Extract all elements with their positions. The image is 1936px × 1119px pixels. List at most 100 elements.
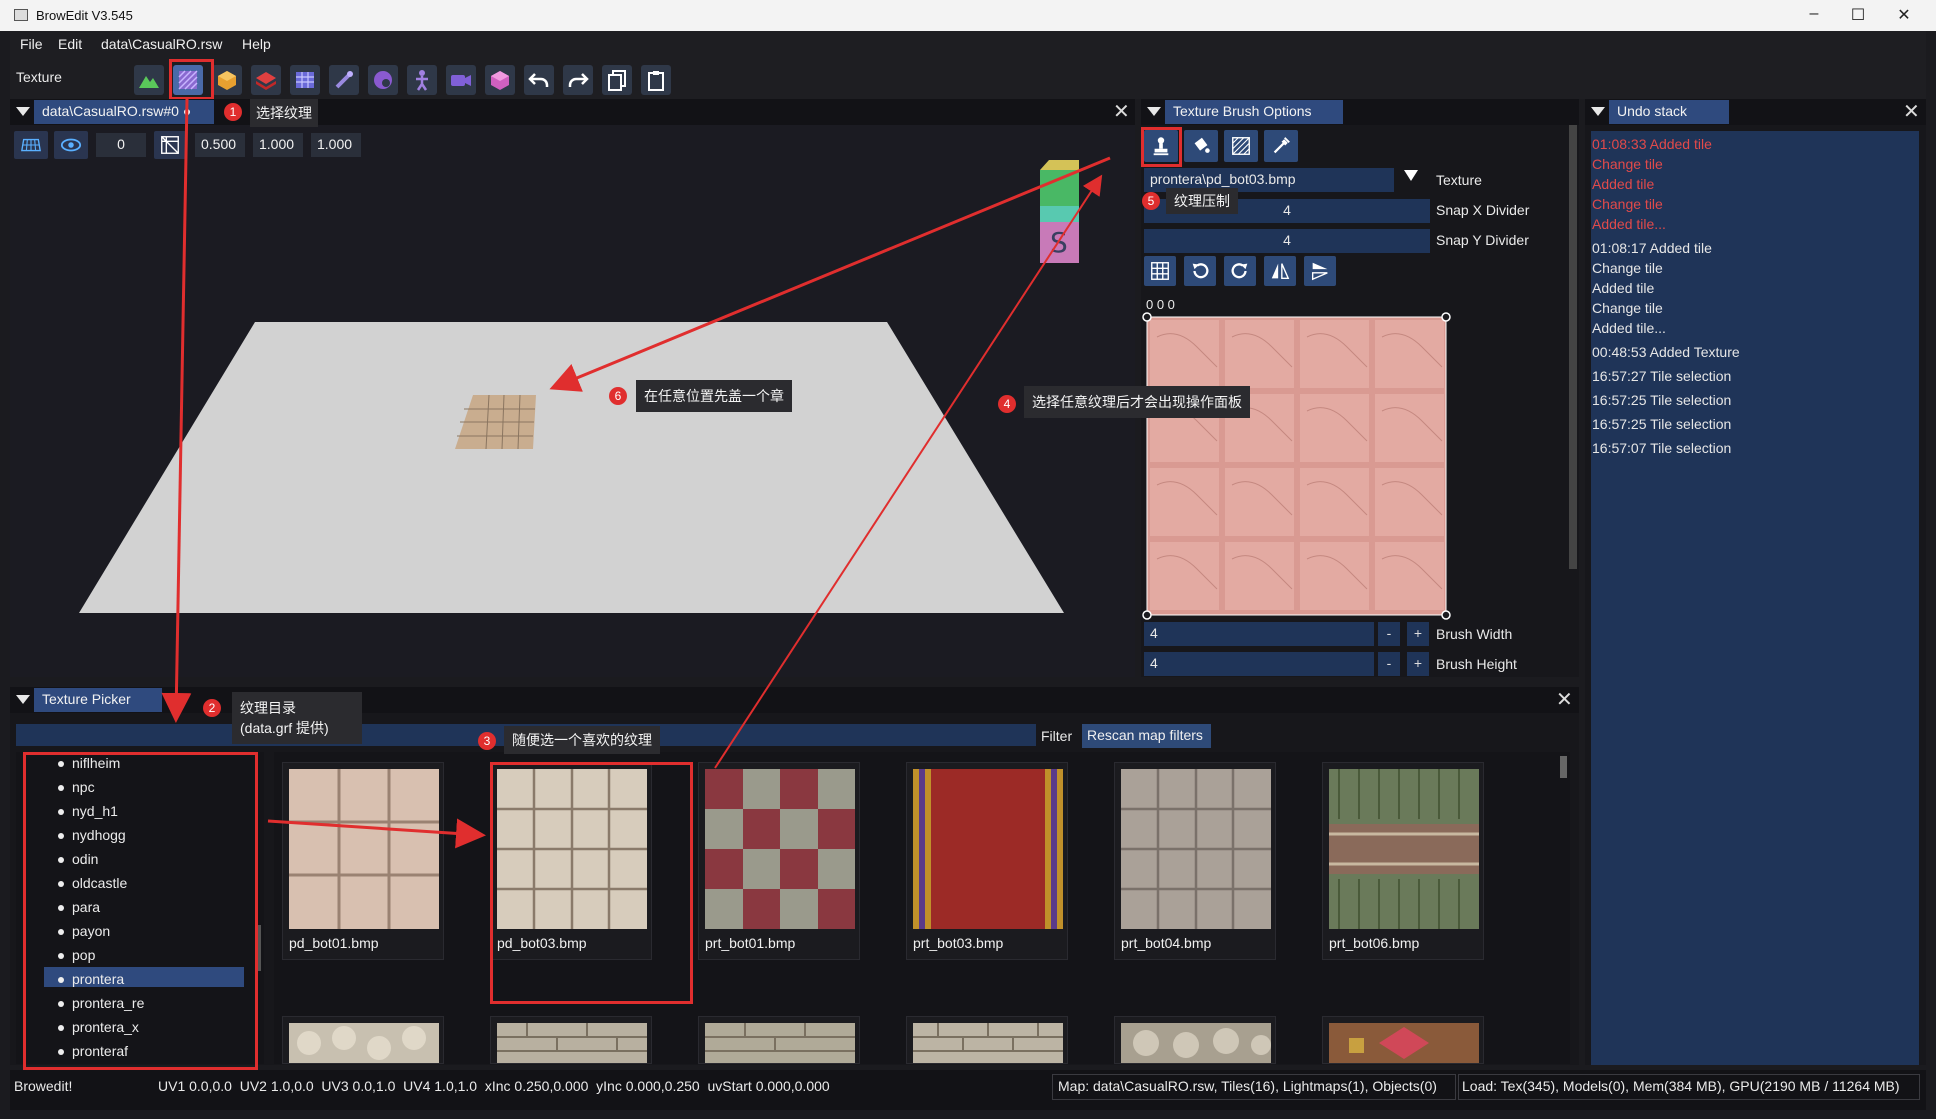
texture-thumb[interactable]: prt_bot04.bmp [1114,762,1276,960]
undo-item[interactable]: 16:57:27 Tile selection [1592,368,1731,384]
grid-size-input[interactable]: 0 [96,133,146,157]
tree-scrollbar[interactable] [255,925,261,971]
scrollbar[interactable] [1569,125,1577,569]
maximize-button[interactable]: ☐ [1848,5,1868,25]
undo-item[interactable]: Change tile [1592,156,1663,172]
handle-bottom-right[interactable] [1441,610,1451,620]
map-ground-plane[interactable] [79,322,1064,613]
texture-thumb-selected[interactable]: pd_bot03.bmp [490,762,652,960]
brush-height-input[interactable]: 4 [1144,652,1374,676]
texture-edit-icon[interactable] [173,65,203,95]
snap-icon[interactable] [154,131,186,159]
texture-thumb[interactable]: prt_bot06.bmp [1322,762,1484,960]
orientation-cube[interactable]: S [1040,160,1079,263]
eye-icon[interactable] [54,131,88,159]
tree-item[interactable]: prontera_re [58,995,144,1011]
texture-thumb[interactable] [1322,1016,1484,1064]
tree-item[interactable]: pop [58,947,95,963]
tree-item[interactable]: pronteraf [58,1043,128,1059]
eyedropper-icon[interactable] [1264,130,1298,162]
texture-thumb[interactable] [490,1016,652,1064]
sprite-edit-icon[interactable] [329,65,359,95]
select-tiles-icon[interactable] [1224,130,1258,162]
texture-thumb[interactable] [698,1016,860,1064]
brush-width-plus[interactable]: + [1407,622,1429,646]
menu-help[interactable]: Help [242,36,271,52]
tree-item[interactable]: oldcastle [58,875,127,891]
map-viewport[interactable]: S [10,160,1135,670]
texture-picker-tab[interactable]: Texture Picker [34,688,162,712]
collapse-icon[interactable] [1147,107,1161,116]
chevron-down-icon[interactable] [1404,170,1418,181]
close-undo-button[interactable]: ✕ [1903,99,1920,124]
snap-y-input[interactable]: 4 [1144,229,1430,253]
texture-thumb[interactable]: pd_bot01.bmp [282,762,444,960]
undo-item[interactable]: 01:08:33 Added tile [1592,136,1712,152]
cube-icon[interactable] [485,65,515,95]
brush-height-minus[interactable]: - [1378,652,1400,676]
snap-value-3[interactable]: 1.000 [311,133,361,157]
texture-thumb[interactable]: prt_bot03.bmp [906,762,1068,960]
fill-bucket-icon[interactable] [1184,130,1218,162]
snap-value-2[interactable]: 1.000 [253,133,303,157]
snap-value-1[interactable]: 0.500 [195,133,245,157]
collapse-icon[interactable] [1591,107,1605,116]
stamp-brush-icon[interactable] [1144,130,1178,162]
texture-thumb[interactable] [282,1016,444,1064]
handle-top-right[interactable] [1441,312,1451,322]
undo-item[interactable]: Change tile [1592,196,1663,212]
gat-edit-icon[interactable] [290,65,320,95]
close-picker-button[interactable]: ✕ [1556,687,1573,712]
undo-item[interactable]: 01:08:17 Added tile [1592,240,1712,256]
undo-item[interactable]: Added tile... [1592,216,1666,232]
handle-top-left[interactable] [1142,312,1152,322]
brush-options-tab[interactable]: Texture Brush Options [1165,100,1343,124]
tree-item[interactable]: nyd_h1 [58,803,118,819]
undo-item[interactable]: Added tile [1592,280,1654,296]
tree-item[interactable]: payon [58,923,110,939]
rescan-button[interactable]: Rescan map filters [1082,724,1211,748]
grid-icon[interactable] [14,131,48,159]
viewport-tab[interactable]: data\CasualRO.rsw#0 ● [34,100,214,124]
cinematic-edit-icon[interactable] [446,65,476,95]
brush-width-minus[interactable]: - [1378,622,1400,646]
close-viewport-button[interactable]: ✕ [1113,99,1130,124]
flip-vertical-icon[interactable] [1304,256,1336,286]
brush-width-input[interactable]: 4 [1144,622,1374,646]
texture-grid-scrollbar[interactable] [1560,756,1567,778]
texture-thumb[interactable] [906,1016,1068,1064]
wall-edit-icon[interactable] [251,65,281,95]
texture-thumb[interactable] [1114,1016,1276,1064]
texture-preview[interactable] [1140,312,1452,622]
tree-item[interactable]: nydhogg [58,827,126,843]
menu-file[interactable]: File [20,36,43,52]
tree-item[interactable]: npc [58,779,95,795]
undo-tab[interactable]: Undo stack [1609,100,1729,124]
collapse-icon[interactable] [16,107,30,116]
height-edit-icon[interactable] [134,65,164,95]
brush-height-plus[interactable]: + [1407,652,1429,676]
color-edit-icon[interactable] [368,65,398,95]
undo-item[interactable]: 00:48:53 Added Texture [1592,344,1740,360]
menu-edit[interactable]: Edit [58,36,82,52]
paste-icon[interactable] [641,65,671,95]
undo-item[interactable]: Added tile [1592,176,1654,192]
rotate-left-icon[interactable] [1184,256,1216,286]
undo-item[interactable]: 16:57:25 Tile selection [1592,416,1731,432]
collapse-icon[interactable] [16,695,30,704]
undo-item[interactable]: 16:57:07 Tile selection [1592,440,1731,456]
tree-item[interactable]: prontera_x [58,1019,139,1035]
close-window-button[interactable]: ✕ [1894,5,1914,25]
tree-item[interactable]: odin [58,851,98,867]
texture-thumb[interactable]: prt_bot01.bmp [698,762,860,960]
undo-item[interactable]: Change tile [1592,260,1663,276]
tree-item[interactable]: niflheim [58,755,120,771]
handle-bottom-left[interactable] [1142,610,1152,620]
copy-icon[interactable] [602,65,632,95]
menu-map[interactable]: data\CasualRO.rsw [101,36,222,52]
tree-item[interactable]: para [58,899,100,915]
grid-toggle-icon[interactable] [1144,256,1176,286]
tree-item-selected[interactable]: prontera [58,971,124,987]
minimize-button[interactable]: – [1804,5,1824,23]
undo-item[interactable]: Change tile [1592,300,1663,316]
